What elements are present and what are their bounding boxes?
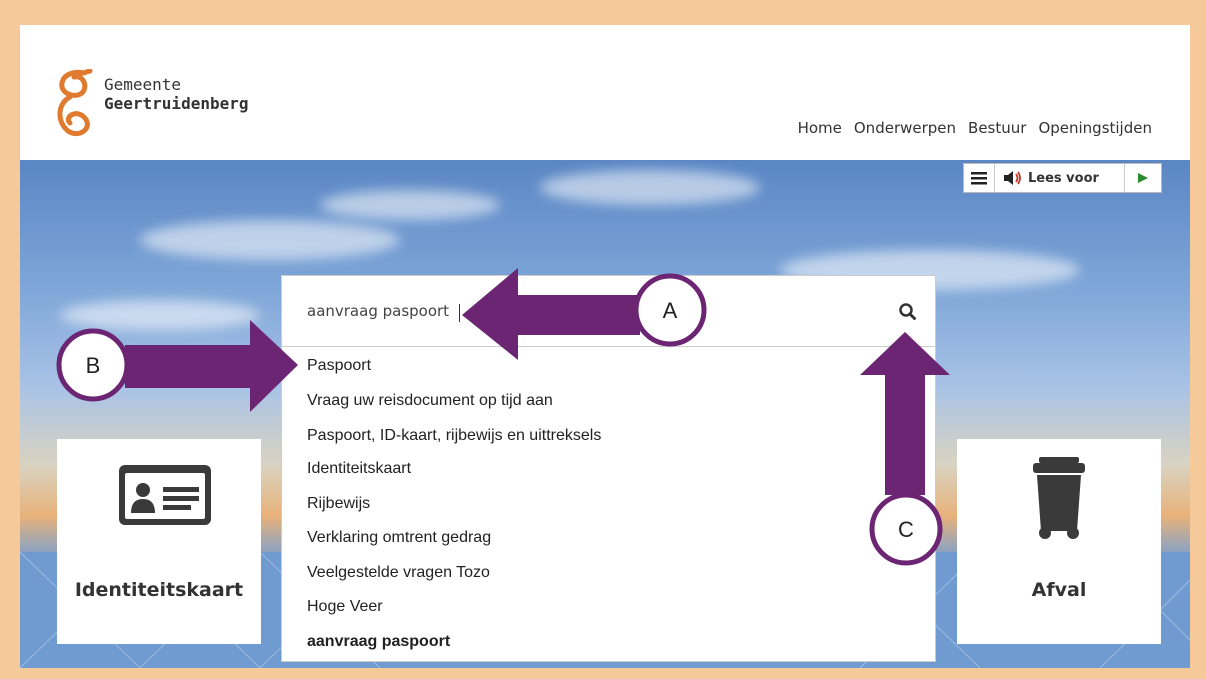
annotation-label-c: C [898, 517, 914, 542]
suggestion-item-current-query[interactable]: aanvraag paspoort [307, 633, 450, 651]
suggestion-item[interactable]: Identiteitskaart [307, 460, 411, 478]
logo-text[interactable]: Gemeente Geertruidenberg [104, 75, 249, 113]
read-aloud-toolbar: Lees voor [963, 163, 1162, 193]
page: Gemeente Geertruidenberg Home Onderwerpe… [20, 25, 1190, 668]
hamburger-icon [971, 172, 987, 185]
search-suggestions: Paspoort Vraag uw reisdocument op tijd a… [281, 347, 936, 662]
text-caret [459, 304, 460, 322]
suggestion-item[interactable]: Paspoort [307, 357, 371, 375]
suggestion-item[interactable]: Hoge Veer [307, 598, 383, 616]
logo-line1: Gemeente [104, 75, 182, 94]
search-icon[interactable] [897, 301, 919, 323]
tile-afval[interactable]: Afval [957, 439, 1161, 644]
annotation-label-b: B [85, 353, 101, 378]
id-card-icon [119, 465, 211, 525]
cloud [60, 300, 260, 330]
nav-home[interactable]: Home [798, 119, 842, 137]
main-nav: Home Onderwerpen Bestuur Openingstijden [798, 119, 1152, 137]
suggestion-item[interactable]: Rijbewijs [307, 495, 370, 513]
nav-openingstijden[interactable]: Openingstijden [1038, 119, 1152, 137]
suggestion-item[interactable]: Verklaring omtrent gedrag [307, 529, 491, 547]
suggestion-item[interactable]: Veelgestelde vragen Tozo [307, 564, 490, 582]
read-aloud-label: Lees voor [1028, 170, 1099, 186]
tile-identiteitskaart[interactable]: Identiteitskaart [57, 439, 261, 644]
trash-bin-icon [1033, 457, 1085, 539]
nav-bestuur[interactable]: Bestuur [968, 119, 1026, 137]
logo-g-icon[interactable] [54, 69, 94, 137]
suggestion-item[interactable]: Vraag uw reisdocument op tijd aan [307, 392, 553, 410]
cloud [320, 190, 500, 220]
logo-line2: Geertruidenberg [104, 94, 249, 113]
cloud [140, 220, 400, 260]
cloud [540, 170, 760, 205]
read-aloud-button[interactable]: Lees voor [995, 164, 1125, 192]
play-icon [1138, 173, 1148, 183]
play-button[interactable] [1125, 164, 1161, 192]
speaker-icon [1004, 171, 1021, 185]
search-box [281, 275, 936, 347]
tile-label: Identiteitskaart [74, 579, 244, 601]
toolbar-menu-button[interactable] [964, 164, 995, 192]
annotation-label-a: A [662, 298, 678, 323]
nav-onderwerpen[interactable]: Onderwerpen [854, 119, 956, 137]
suggestion-item[interactable]: Paspoort, ID-kaart, rijbewijs en uittrek… [307, 427, 601, 445]
tile-label: Afval [1031, 579, 1087, 601]
